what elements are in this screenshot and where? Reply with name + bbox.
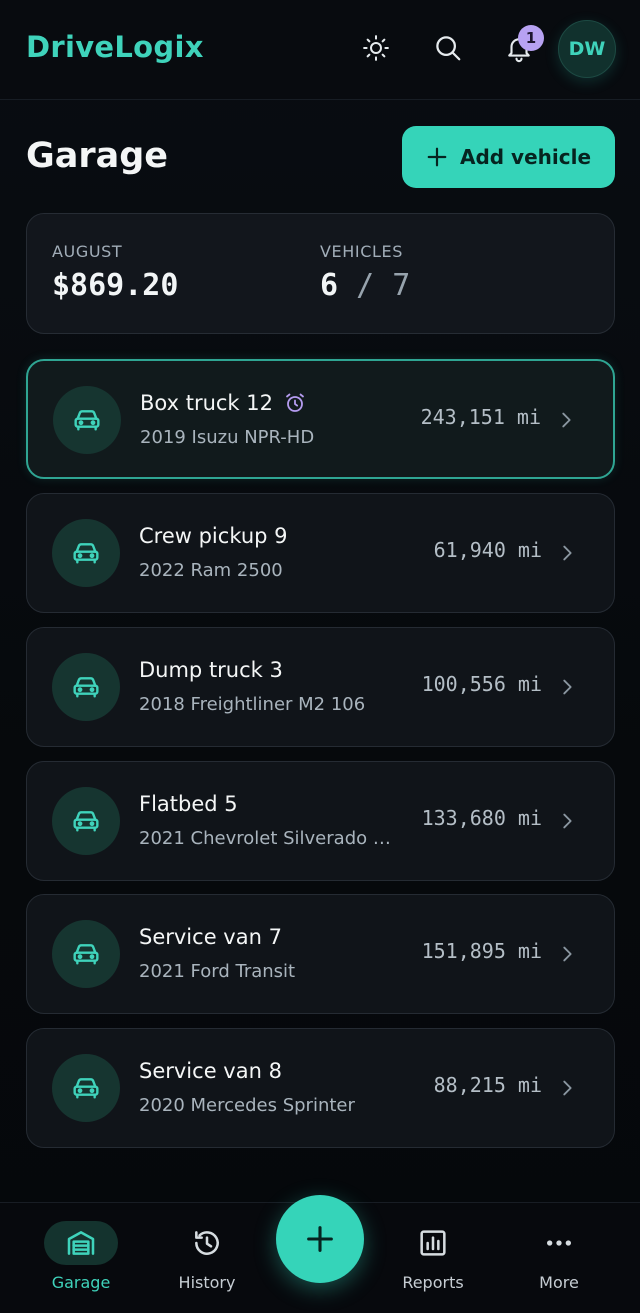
chevron-right-icon xyxy=(563,946,572,962)
nav-active-pill xyxy=(44,1221,118,1265)
chevron-right-icon xyxy=(563,545,572,561)
vehicles-label: VEHICLES xyxy=(320,242,403,261)
nav-item-history[interactable]: History xyxy=(157,1221,257,1301)
car-icon xyxy=(73,944,99,965)
nav-label: Reports xyxy=(402,1273,464,1292)
vehicle-mileage: 88,215 mi xyxy=(433,1073,542,1097)
vehicle-mileage: 100,556 mi xyxy=(421,672,542,696)
vehicle-card[interactable]: Flatbed 5 2021 Chevrolet Silverado … 133… xyxy=(26,761,615,881)
brand-logo[interactable]: DriveLogix xyxy=(26,30,204,64)
vehicle-name: Service van 8 xyxy=(139,1059,282,1083)
bar-chart-icon xyxy=(420,1230,446,1256)
vehicle-icon-wrap xyxy=(52,1054,120,1122)
vehicle-model: 2022 Ram 2500 xyxy=(139,560,283,581)
more-dots-icon xyxy=(547,1240,571,1246)
car-icon xyxy=(74,410,100,431)
car-icon xyxy=(73,677,99,698)
vehicle-model: 2020 Mercedes Sprinter xyxy=(139,1095,355,1116)
user-avatar[interactable]: DW xyxy=(558,20,616,78)
nav-item-more[interactable]: More xyxy=(509,1221,609,1301)
vehicle-name: Flatbed 5 xyxy=(139,792,238,816)
vehicle-model: 2021 Chevrolet Silverado … xyxy=(139,828,391,849)
nav-label: More xyxy=(539,1273,579,1292)
chevron-right-icon xyxy=(563,1080,572,1096)
app-root: DriveLogix 1 DW Garage Add vehicle AUGUS… xyxy=(0,0,640,1313)
nav-item-reports[interactable]: Reports xyxy=(383,1221,483,1301)
plus-icon xyxy=(307,1226,333,1252)
vehicle-icon-wrap xyxy=(53,386,121,454)
nav-icon-wrap xyxy=(522,1221,596,1265)
history-icon xyxy=(195,1231,219,1255)
vehicle-card[interactable]: Dump truck 3 2018 Freightliner M2 106 10… xyxy=(26,627,615,747)
vehicle-name: Crew pickup 9 xyxy=(139,524,288,548)
vehicle-model: 2021 Ford Transit xyxy=(139,961,296,982)
month-label: AUGUST xyxy=(52,242,123,261)
summary-card: AUGUST $869.20 VEHICLES 6 / 7 xyxy=(26,213,615,334)
alarm-clock-icon xyxy=(286,393,304,412)
vehicle-icon-wrap xyxy=(52,920,120,988)
month-cost: $869.20 xyxy=(52,268,179,303)
vehicle-card[interactable]: Box truck 12 2019 Isuzu NPR-HD 243,151 m… xyxy=(26,359,615,479)
car-icon xyxy=(73,811,99,832)
chevron-right-icon xyxy=(563,813,572,829)
nav-label: History xyxy=(178,1273,236,1292)
nav-icon-wrap xyxy=(170,1221,244,1265)
sun-icon xyxy=(363,35,389,61)
nav-item-garage[interactable]: Garage xyxy=(31,1221,131,1301)
chevron-right-icon xyxy=(563,679,572,695)
vehicles-limit: 7 xyxy=(392,268,411,303)
vehicle-card[interactable]: Service van 7 2021 Ford Transit 151,895 … xyxy=(26,894,615,1014)
vehicle-icon-wrap xyxy=(52,653,120,721)
nav-label: Garage xyxy=(51,1273,111,1292)
add-vehicle-button[interactable]: Add vehicle xyxy=(402,126,615,188)
vehicles-used: 6 xyxy=(320,268,339,303)
vehicle-icon-wrap xyxy=(52,787,120,855)
vehicle-mileage: 151,895 mi xyxy=(421,939,542,963)
search-button[interactable] xyxy=(428,28,468,68)
nav-icon-wrap xyxy=(396,1221,470,1265)
vehicles-separator: / xyxy=(356,268,375,303)
notification-badge: 1 xyxy=(518,25,544,51)
vehicle-model: 2019 Isuzu NPR-HD xyxy=(140,427,315,448)
add-vehicle-label: Add vehicle xyxy=(459,145,592,169)
page-title: Garage xyxy=(26,136,169,176)
add-entry-fab[interactable] xyxy=(276,1195,364,1283)
vehicle-name: Dump truck 3 xyxy=(139,658,283,682)
vehicle-model: 2018 Freightliner M2 106 xyxy=(139,694,366,715)
search-icon xyxy=(436,36,461,61)
garage-icon xyxy=(67,1231,95,1255)
theme-toggle-button[interactable] xyxy=(356,28,396,68)
top-bar: DriveLogix 1 DW xyxy=(0,0,640,100)
car-icon xyxy=(73,1078,99,1099)
vehicle-mileage: 61,940 mi xyxy=(433,538,542,562)
vehicle-mileage: 243,151 mi xyxy=(420,405,541,429)
vehicles-count: 6 / 7 xyxy=(320,268,410,303)
vehicle-icon-wrap xyxy=(52,519,120,587)
vehicle-mileage: 133,680 mi xyxy=(421,806,542,830)
vehicle-name: Box truck 12 xyxy=(140,391,273,415)
plus-icon xyxy=(427,147,447,167)
vehicle-card[interactable]: Service van 8 2020 Mercedes Sprinter 88,… xyxy=(26,1028,615,1148)
chevron-right-icon xyxy=(562,412,571,428)
vehicle-name: Service van 7 xyxy=(139,925,282,949)
vehicle-card[interactable]: Crew pickup 9 2022 Ram 2500 61,940 mi xyxy=(26,493,615,613)
vehicle-name-row: Box truck 12 xyxy=(140,391,307,415)
car-icon xyxy=(73,543,99,564)
